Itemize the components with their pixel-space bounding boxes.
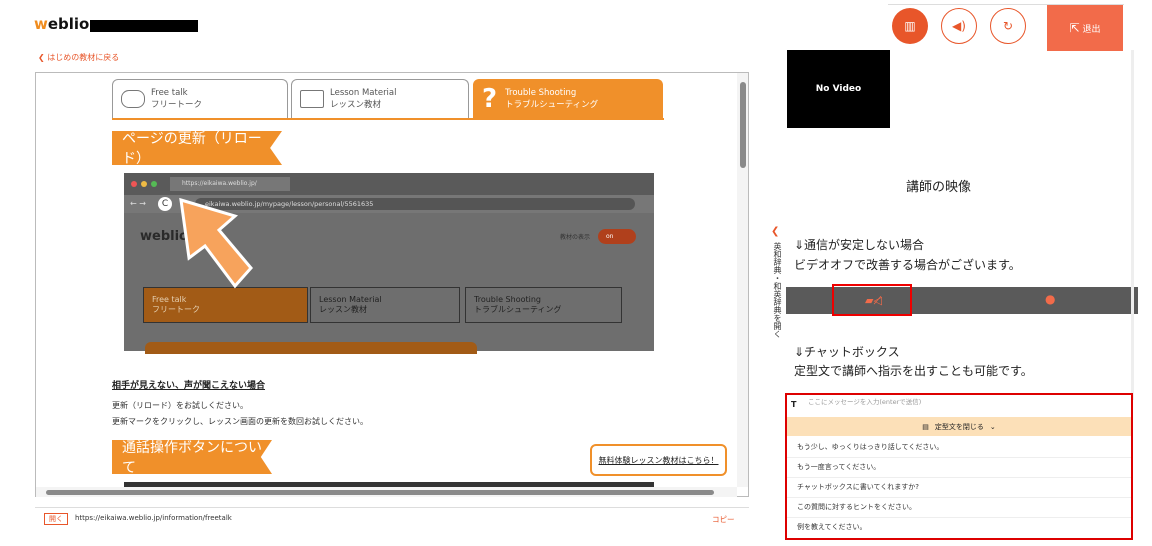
chat-bubble-icon — [121, 90, 145, 108]
tab-free-talk[interactable]: Free talk フリートーク — [112, 79, 288, 118]
reload-icon-button[interactable]: ↻ — [990, 8, 1026, 44]
book-icon — [300, 90, 324, 108]
note-video-off: ビデオオフで改善する場合がございます。 — [794, 258, 1021, 272]
phrase-item[interactable]: もう一度言ってください。 — [797, 462, 880, 472]
exit-icon: ⇱ — [1069, 21, 1080, 35]
trial-material-link[interactable]: 無料体験レッスン教材はこちら！ — [590, 444, 727, 476]
screenshot-toggle: on — [598, 229, 636, 244]
lecturer-video-label: 講師の映像 — [906, 180, 972, 195]
divider — [787, 477, 1131, 478]
screenshot-material-label: 教材の表示 — [560, 234, 591, 241]
exit-button[interactable]: ⇱ 退出 — [1047, 5, 1123, 51]
minimize-dot-icon — [141, 181, 147, 187]
screenshot-banner — [145, 342, 477, 354]
close-dot-icon — [131, 181, 137, 187]
phrase-item[interactable]: もう少し、ゆっくりはっきり話してください。 — [797, 442, 943, 452]
weblio-logo[interactable]: weblio — [34, 15, 89, 33]
back-link[interactable]: ❮ はじめの教材に戻る — [38, 52, 119, 63]
right-scrollbar[interactable] — [1131, 50, 1134, 400]
phrase-item[interactable]: 例を教えてください。 — [797, 522, 866, 532]
microphone-icon[interactable]: ● — [1045, 292, 1055, 306]
book-icon-button[interactable]: ▥ — [892, 8, 928, 44]
screenshot-tab-free-talk: Free talk フリートーク — [143, 287, 308, 323]
note-fixed-phrases: 定型文で講師へ指示を出すことも可能です。 — [794, 364, 1033, 378]
phrase-item[interactable]: チャットボックスに書いてくれますか? — [797, 482, 919, 492]
pointer-arrow-icon — [179, 197, 253, 289]
note-chatbox: ⇓チャットボックス — [794, 345, 900, 359]
chevron-down-icon: ⌄ — [989, 422, 996, 431]
screenshot-tab-lesson-material: Lesson Material レッスン教材 — [310, 287, 460, 323]
redacted-name — [90, 20, 198, 32]
dictionary-toggle[interactable]: 英和辞典・和英辞典を開く — [772, 242, 782, 338]
section-banner-reload: ページの更新（リロード） — [112, 131, 282, 165]
section-text-1: 更新（リロード）をお試しください。 — [112, 401, 248, 410]
vertical-scroll-thumb[interactable] — [740, 82, 746, 168]
speaker-icon: ◀) — [952, 19, 966, 33]
maximize-dot-icon — [151, 181, 157, 187]
camera-off-icon: ▰◁̸ — [865, 294, 882, 307]
reload-icon: ↻ — [1002, 19, 1014, 33]
message-icon: ▤ — [922, 422, 929, 431]
material-url: https://eikaiwa.weblio.jp/information/fr… — [75, 514, 232, 522]
note-unstable-connection: ⇓通信が安定しない場合 — [794, 238, 925, 252]
reload-icon: C — [158, 197, 172, 211]
book-icon: ▥ — [904, 19, 916, 33]
copy-button[interactable]: コピー — [712, 514, 735, 525]
section-banner-call-buttons: 通話操作ボタンについて — [112, 440, 272, 474]
horizontal-scroll-thumb[interactable] — [46, 490, 714, 495]
tab-underline — [112, 118, 664, 120]
question-icon: ? — [482, 84, 498, 114]
divider — [787, 517, 1131, 518]
screenshot-tab-trouble-shooting: Trouble Shooting トラブルシューティング — [465, 287, 622, 323]
divider — [787, 497, 1131, 498]
video-panel: No Video — [787, 50, 890, 128]
section-heading: 相手が見えない、声が聞こえない場合 — [112, 381, 266, 391]
screenshot-url: eikaiwa.weblio.jp/mypage/lesson/personal… — [195, 198, 635, 210]
tab-trouble-shooting[interactable]: ? Trouble Shooting トラブルシューティング — [473, 79, 663, 118]
chevron-left-icon[interactable]: ❮ — [771, 226, 779, 237]
open-button[interactable]: 開く — [44, 513, 68, 525]
speaker-icon-button[interactable]: ◀) — [941, 8, 977, 44]
chat-input[interactable]: ここにメッセージを入力(enterで送信) — [808, 396, 921, 406]
text-size-icon[interactable]: T — [791, 400, 796, 409]
section-text-2: 更新マークをクリックし、レッスン画面の更新を数回お試しください。 — [112, 417, 368, 426]
tab-lesson-material[interactable]: Lesson Material レッスン教材 — [291, 79, 469, 118]
phrase-item[interactable]: この質問に対するヒントをください。 — [797, 502, 916, 512]
phrase-toggle-button[interactable]: ▤ 定型文を閉じる ⌄ — [787, 417, 1131, 436]
nav-arrows-icon: ← → — [130, 199, 146, 208]
divider — [787, 457, 1131, 458]
screenshot-tab: https://eikaiwa.weblio.jp/ — [170, 177, 290, 191]
